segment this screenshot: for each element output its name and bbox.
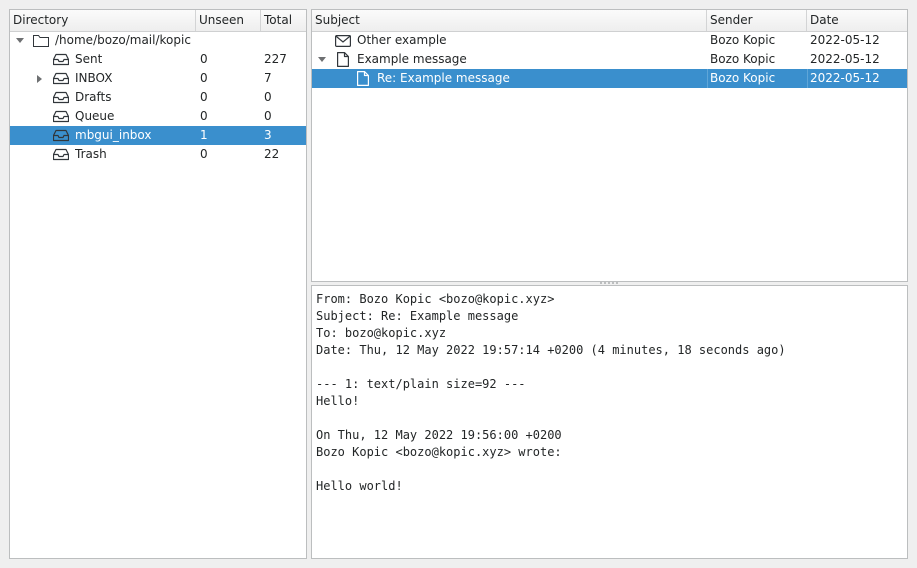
folder-name: mbgui_inbox: [75, 128, 152, 142]
inbox-tray-icon: [53, 90, 69, 105]
folder-total-count: 22: [264, 147, 280, 161]
directory-tree[interactable]: Directory Unseen Total /home/bozo/mail/k…: [9, 9, 307, 559]
inbox-tray-icon: [53, 109, 69, 124]
message-list-header: Subject Sender Date: [312, 10, 907, 32]
folder-name: INBOX: [75, 71, 113, 85]
folder-total-count: 0: [264, 109, 272, 123]
document-icon: [355, 71, 371, 86]
chevron-right-icon[interactable]: [34, 69, 46, 88]
folder-name: Queue: [75, 109, 115, 123]
inbox-tray-icon: [53, 128, 69, 143]
message-list[interactable]: Subject Sender Date Other example Bozo Ko…: [311, 9, 908, 282]
chevron-down-icon[interactable]: [316, 50, 328, 69]
folder-total-count: 7: [264, 71, 272, 85]
column-header-total[interactable]: Total: [261, 10, 306, 31]
folder-unseen-count: 0: [200, 90, 208, 104]
folder-row[interactable]: INBOX 0 7: [10, 69, 306, 88]
column-header-subject[interactable]: Subject: [312, 10, 707, 31]
folder-name: Drafts: [75, 90, 112, 104]
column-header-sender[interactable]: Sender: [707, 10, 807, 31]
folder-total-count: 0: [264, 90, 272, 104]
message-subject: Example message: [357, 52, 467, 66]
folder-unseen-count: 1: [200, 128, 208, 142]
folder-row[interactable]: Sent 0 227: [10, 50, 306, 69]
inbox-tray-icon: [53, 52, 69, 67]
envelope-icon: [335, 33, 351, 48]
folder-unseen-count: 0: [200, 52, 208, 66]
folder-name: Trash: [75, 147, 107, 161]
message-row[interactable]: Re: Example message Bozo Kopic 2022-05-12: [312, 69, 907, 88]
message-date: 2022-05-12: [810, 33, 880, 47]
folder-row[interactable]: Drafts 0 0: [10, 88, 306, 107]
message-subject: Other example: [357, 33, 447, 47]
folder-unseen-count: 0: [200, 71, 208, 85]
message-body-view[interactable]: From: Bozo Kopic <bozo@kopic.xyz> Subjec…: [311, 285, 908, 559]
folder-total-count: 3: [264, 128, 272, 142]
message-row[interactable]: Other example Bozo Kopic 2022-05-12: [312, 31, 907, 50]
message-sender: Bozo Kopic: [710, 52, 776, 66]
folder-icon: [33, 33, 49, 48]
chevron-down-icon[interactable]: [14, 31, 26, 50]
column-header-directory[interactable]: Directory: [10, 10, 196, 31]
folder-total-count: 227: [264, 52, 287, 66]
message-body-text: From: Bozo Kopic <bozo@kopic.xyz> Subjec…: [316, 292, 786, 493]
folder-name: Sent: [75, 52, 103, 66]
inbox-tray-icon: [53, 71, 69, 86]
column-header-date[interactable]: Date: [807, 10, 907, 31]
folder-unseen-count: 0: [200, 109, 208, 123]
splitter-handle[interactable]: [600, 281, 618, 284]
folder-row[interactable]: Trash 0 22: [10, 145, 306, 164]
message-subject: Re: Example message: [377, 69, 708, 88]
directory-root-row[interactable]: /home/bozo/mail/kopic: [10, 31, 306, 50]
folder-row[interactable]: mbgui_inbox 1 3: [10, 126, 306, 145]
message-sender: Bozo Kopic: [710, 69, 808, 88]
directory-root-path: /home/bozo/mail/kopic: [55, 33, 191, 47]
folder-unseen-count: 0: [200, 147, 208, 161]
column-header-unseen[interactable]: Unseen: [196, 10, 261, 31]
inbox-tray-icon: [53, 147, 69, 162]
message-date: 2022-05-12: [810, 71, 880, 85]
folder-row[interactable]: Queue 0 0: [10, 107, 306, 126]
document-icon: [335, 52, 351, 67]
message-sender: Bozo Kopic: [710, 33, 776, 47]
directory-header: Directory Unseen Total: [10, 10, 306, 32]
message-row[interactable]: Example message Bozo Kopic 2022-05-12: [312, 50, 907, 69]
message-date: 2022-05-12: [810, 52, 880, 66]
